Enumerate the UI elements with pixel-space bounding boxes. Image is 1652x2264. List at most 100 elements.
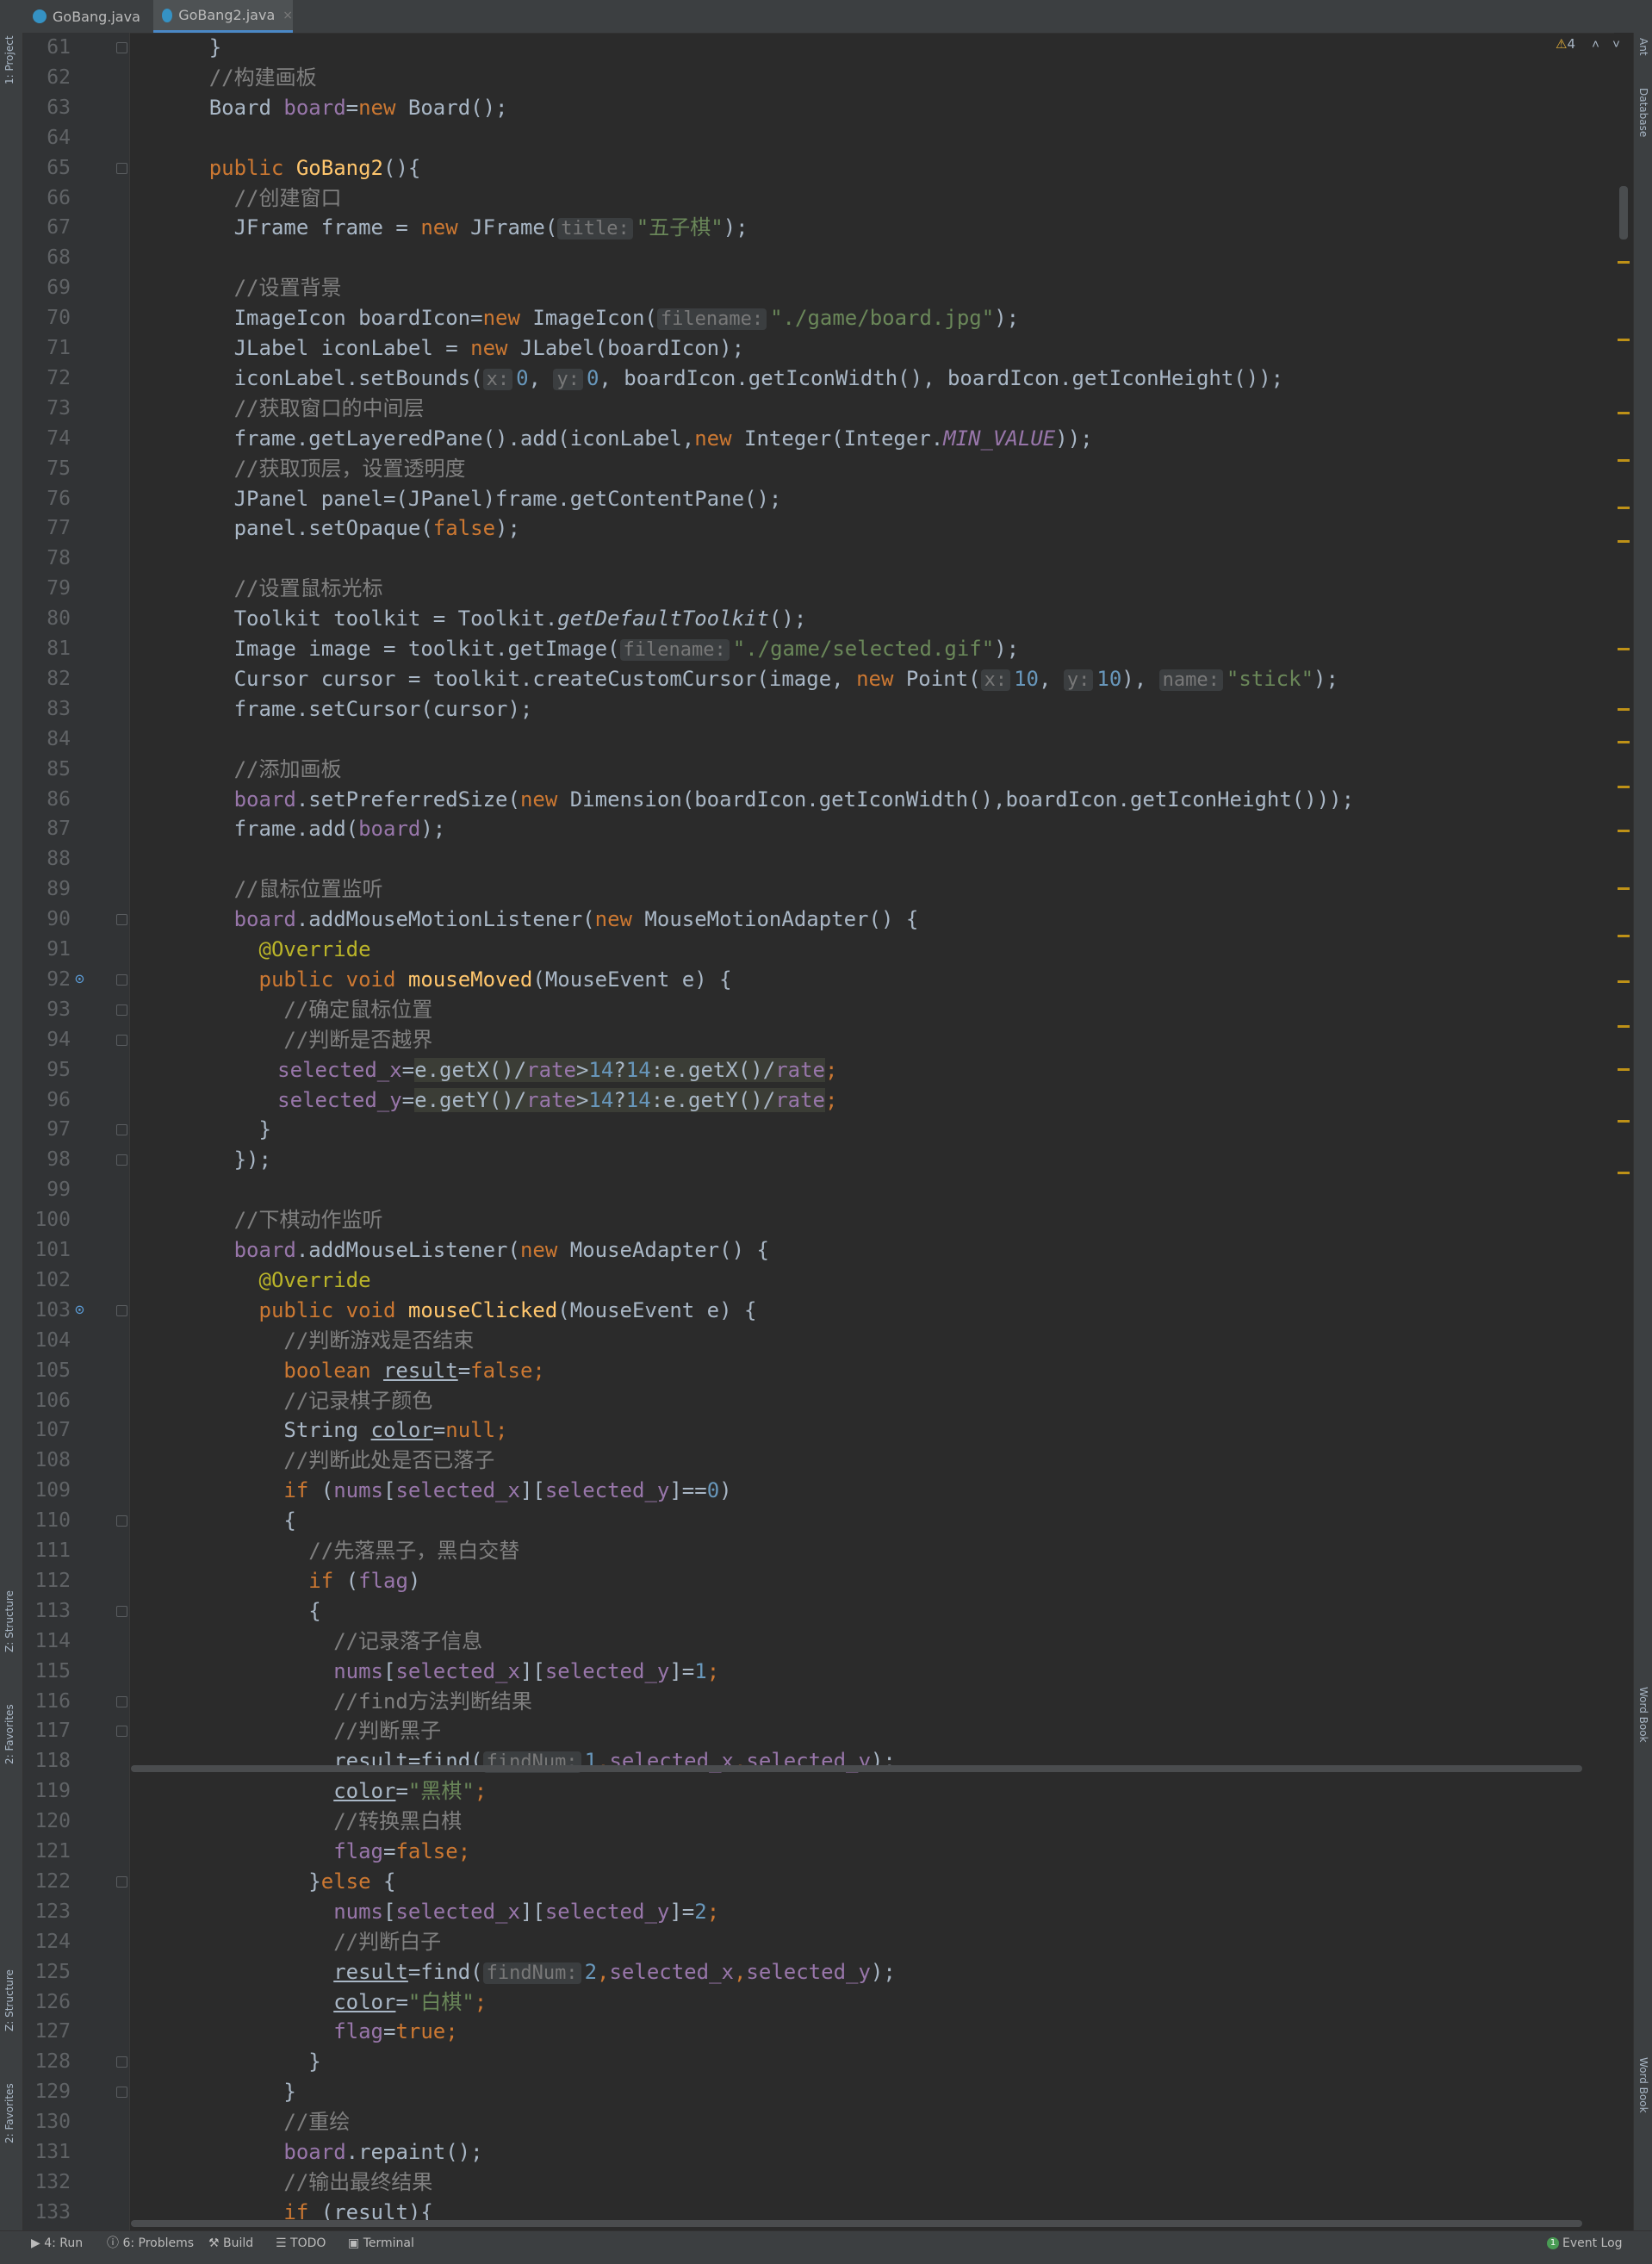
code-line-132[interactable]: //输出最终结果: [283, 2168, 432, 2198]
warning-marker[interactable]: [1618, 1172, 1630, 1174]
code-line-80[interactable]: Toolkit toolkit = Toolkit.getDefaultTool…: [234, 604, 807, 634]
structure-tool-window-button[interactable]: Z: Structure: [3, 1590, 16, 1652]
error-stripe[interactable]: [1614, 33, 1633, 2230]
fold-toggle-icon[interactable]: [116, 1875, 127, 1888]
code-line-87[interactable]: frame.add(board);: [234, 814, 446, 844]
code-line-105[interactable]: boolean result=false;: [283, 1356, 544, 1386]
code-line-106[interactable]: //记录棋子颜色: [283, 1386, 432, 1416]
code-line-128[interactable]: }: [308, 2047, 320, 2077]
warning-marker[interactable]: [1618, 887, 1630, 890]
fold-toggle-icon[interactable]: [116, 1034, 127, 1046]
code-line-96[interactable]: selected_y=e.getY()/rate>14?14:e.getY()/…: [277, 1085, 837, 1116]
warning-marker[interactable]: [1618, 412, 1630, 414]
warning-marker[interactable]: [1618, 786, 1630, 788]
code-line-81[interactable]: Image image = toolkit.getImage(filename:…: [234, 634, 1019, 664]
code-line-61[interactable]: }: [209, 33, 221, 63]
close-icon[interactable]: ×: [283, 9, 293, 22]
code-line-100[interactable]: //下棋动作监听: [234, 1205, 383, 1235]
code-line-126[interactable]: color="白棋";: [333, 1987, 487, 2018]
vertical-scrollbar-thumb[interactable]: [1619, 186, 1628, 239]
warning-marker[interactable]: [1618, 708, 1630, 711]
warning-marker[interactable]: [1618, 935, 1630, 937]
fold-toggle-icon[interactable]: [116, 1304, 127, 1316]
code-editor[interactable]: }//构建画板 Board board=new Board(); public Go…: [131, 33, 1612, 2230]
code-line-124[interactable]: //判断白子: [333, 1927, 441, 1957]
code-line-89[interactable]: //鼠标位置监听: [234, 874, 383, 905]
fold-toggle-icon[interactable]: [116, 914, 127, 926]
code-line-74[interactable]: frame.getLayeredPane().add(iconLabel,new…: [234, 424, 1093, 454]
code-line-97[interactable]: }: [259, 1115, 271, 1145]
code-line-73[interactable]: //获取窗口的中间层: [234, 394, 425, 424]
code-line-66[interactable]: //创建窗口: [234, 183, 342, 214]
code-line-62[interactable]: //构建画板: [209, 63, 317, 93]
code-line-77[interactable]: panel.setOpaque(false);: [234, 513, 520, 544]
code-line-104[interactable]: //判断游戏是否结束: [283, 1326, 474, 1356]
database-tool-window-button[interactable]: Database: [1637, 88, 1649, 137]
fold-toggle-icon[interactable]: [116, 1515, 127, 1527]
code-line-131[interactable]: board.repaint();: [283, 2137, 482, 2168]
fold-toggle-icon[interactable]: [116, 1605, 127, 1617]
override-method-icon[interactable]: ⊙: [75, 970, 94, 989]
code-line-69[interactable]: //设置背景: [234, 273, 342, 303]
build-tool-button[interactable]: ⚒ Build: [208, 2231, 253, 2255]
problems-tool-button[interactable]: ⓘ 6: Problems: [107, 2231, 194, 2255]
code-line-71[interactable]: JLabel iconLabel = new JLabel(boardIcon)…: [234, 333, 744, 364]
code-line-72[interactable]: iconLabel.setBounds(x: 0, y: 0, boardIcon.…: [234, 364, 1283, 394]
code-line-112[interactable]: if (flag): [308, 1566, 420, 1596]
code-line-109[interactable]: if (nums[selected_x][selected_y]==0): [283, 1476, 731, 1506]
ant-tool-window-button[interactable]: Ant: [1637, 38, 1649, 56]
fold-toggle-icon[interactable]: [116, 42, 127, 53]
warning-marker[interactable]: [1618, 507, 1630, 509]
warning-marker[interactable]: [1618, 261, 1630, 264]
fold-toggle-icon[interactable]: [116, 973, 127, 986]
terminal-tool-button[interactable]: ▣ Terminal: [348, 2231, 414, 2255]
tab-gobang2-java[interactable]: GoBang2.java ×: [153, 0, 293, 33]
code-line-123[interactable]: nums[selected_x][selected_y]=2;: [333, 1897, 719, 1927]
fold-toggle-icon[interactable]: [116, 1124, 127, 1136]
warning-marker[interactable]: [1618, 1120, 1630, 1123]
code-line-91[interactable]: @Override: [259, 935, 371, 965]
code-line-118[interactable]: result=find(findNum: 1,selected_x,selecte…: [333, 1746, 896, 1776]
code-line-95[interactable]: selected_x=e.getX()/rate>14?14:e.getX()/…: [277, 1055, 837, 1085]
fold-toggle-icon[interactable]: [116, 1004, 127, 1016]
code-line-93[interactable]: //确定鼠标位置: [283, 995, 432, 1025]
code-line-117[interactable]: //判断黑子: [333, 1716, 441, 1746]
fold-toggle-icon[interactable]: [116, 1154, 127, 1166]
code-line-90[interactable]: board.addMouseMotionListener(new MouseMo…: [234, 905, 919, 935]
code-line-83[interactable]: frame.setCursor(cursor);: [234, 694, 533, 725]
horizontal-scrollbar[interactable]: [131, 1765, 1582, 1772]
warning-marker[interactable]: [1618, 339, 1630, 341]
warning-marker[interactable]: [1618, 459, 1630, 462]
code-line-108[interactable]: //判断此处是否已落子: [283, 1446, 494, 1476]
code-line-120[interactable]: //转换黑白棋: [333, 1807, 462, 1837]
chevron-down-icon[interactable]: ˅: [1612, 36, 1620, 53]
warning-marker[interactable]: [1618, 1068, 1630, 1071]
code-line-127[interactable]: flag=true;: [333, 2017, 458, 2047]
code-line-82[interactable]: Cursor cursor = toolkit.createCustomCurs…: [234, 664, 1338, 694]
code-line-113[interactable]: {: [308, 1596, 320, 1626]
override-method-icon[interactable]: ⊙: [75, 1301, 94, 1320]
fold-toggle-icon[interactable]: [116, 162, 127, 174]
code-line-70[interactable]: ImageIcon boardIcon=new ImageIcon(filena…: [234, 303, 1019, 333]
code-line-129[interactable]: }: [283, 2077, 295, 2107]
warning-marker[interactable]: [1618, 648, 1630, 650]
fold-toggle-icon[interactable]: [116, 1726, 127, 1738]
code-line-130[interactable]: //重绘: [283, 2107, 350, 2137]
code-line-75[interactable]: //获取顶层，设置透明度: [234, 454, 466, 484]
code-line-67[interactable]: JFrame frame = new JFrame(title: "五子棋");: [234, 213, 748, 243]
event-log-button[interactable]: 1 Event Log: [1547, 2231, 1623, 2255]
warning-marker[interactable]: [1618, 1025, 1630, 1028]
code-line-119[interactable]: color="黑棋";: [333, 1776, 487, 1807]
code-line-102[interactable]: @Override: [259, 1266, 371, 1296]
favorites-tool-window-button[interactable]: 2: Favorites: [3, 1704, 16, 1764]
chevron-up-icon[interactable]: ˄: [1592, 36, 1599, 53]
project-tool-window-button[interactable]: 1: Project: [3, 35, 16, 84]
code-line-103[interactable]: public void mouseClicked(MouseEvent e) {: [259, 1296, 757, 1326]
fold-toggle-icon[interactable]: [116, 2087, 127, 2099]
code-line-114[interactable]: //记录落子信息: [333, 1626, 482, 1657]
structure-tool-window-button-2[interactable]: Z: Structure: [3, 1969, 16, 2031]
todo-tool-button[interactable]: ☰ TODO: [276, 2231, 326, 2255]
code-line-101[interactable]: board.addMouseListener(new MouseAdapter(…: [234, 1235, 769, 1266]
fold-toggle-icon[interactable]: [116, 2056, 127, 2068]
fold-toggle-icon[interactable]: [116, 1695, 127, 1707]
